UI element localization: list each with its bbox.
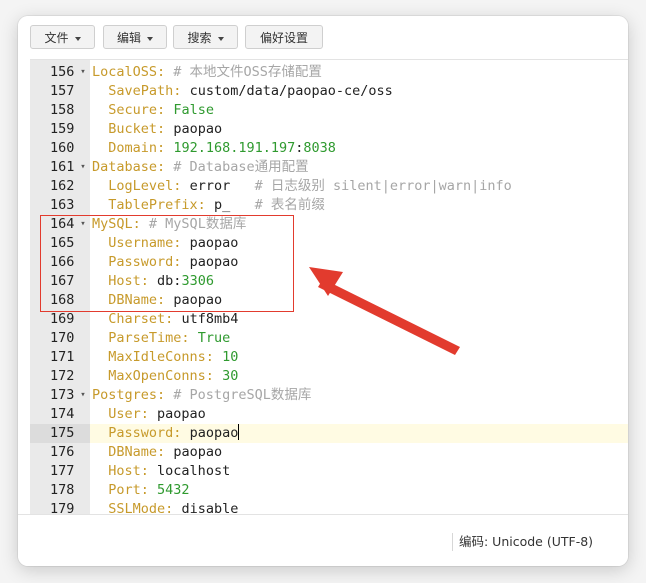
annotation-arrow-icon: [309, 267, 460, 355]
